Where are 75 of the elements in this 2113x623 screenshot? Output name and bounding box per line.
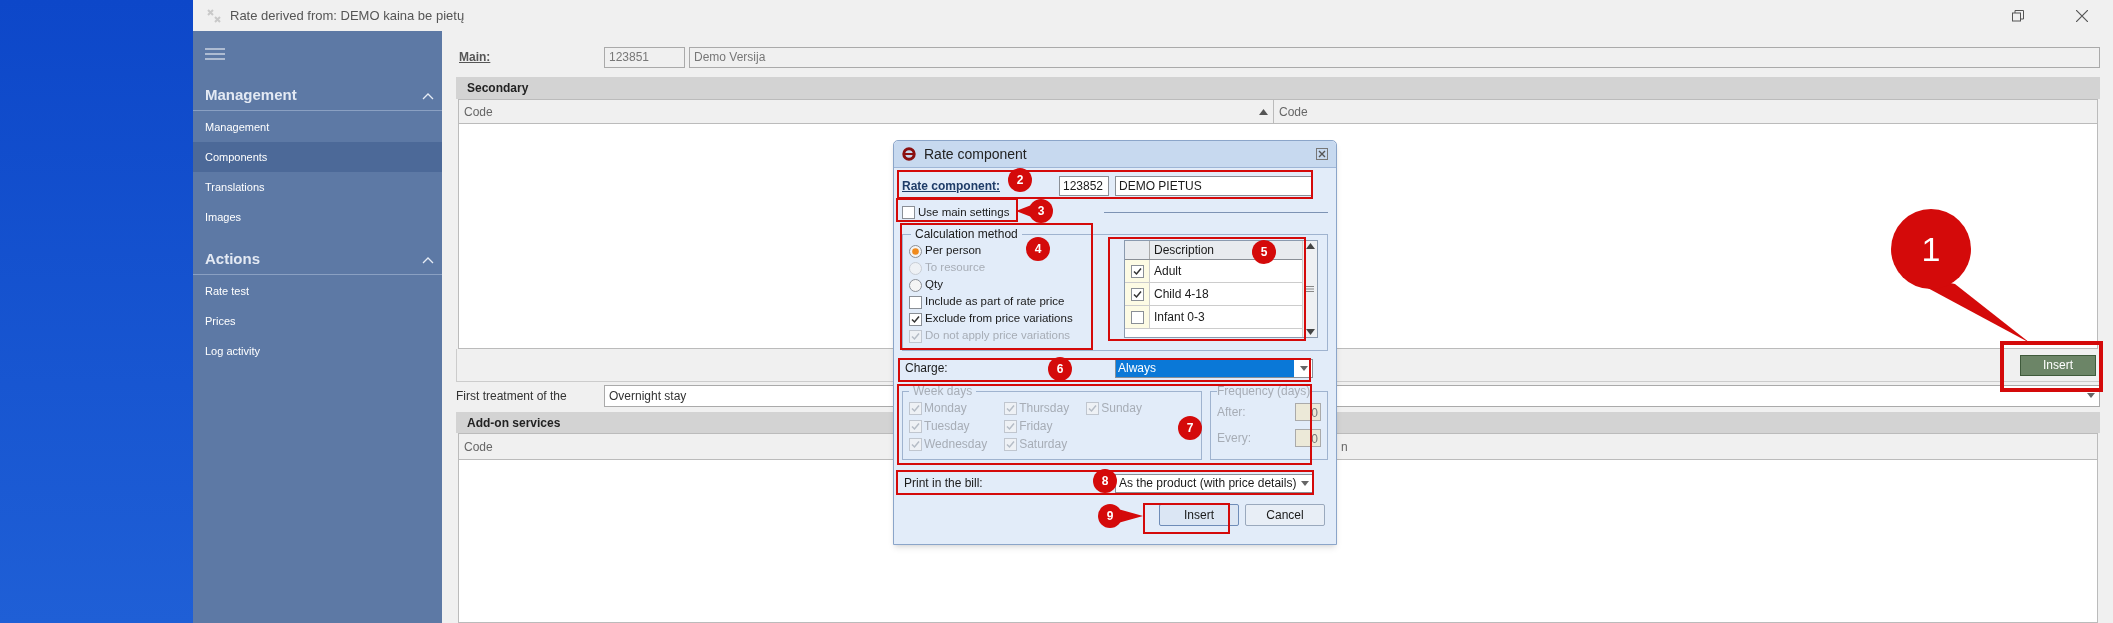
- main-link[interactable]: Main:: [456, 48, 604, 66]
- weekday-label: Tuesday: [924, 418, 970, 435]
- frequency-legend: Frequency (days): [1217, 382, 1311, 400]
- dropdown-caret-icon[interactable]: [1300, 365, 1308, 371]
- every-field[interactable]: 0: [1295, 429, 1321, 447]
- print-dropdown[interactable]: As the product (with price details): [1115, 473, 1313, 493]
- code-field[interactable]: 123852: [1059, 176, 1109, 196]
- sidebar-item[interactable]: Prices: [193, 306, 442, 336]
- weekday-label: Saturday: [1019, 436, 1068, 453]
- close-icon[interactable]: [2076, 9, 2088, 22]
- option-label: Per person: [925, 243, 982, 259]
- first-treatment-label: First treatment of the: [456, 387, 568, 405]
- sidebar-item[interactable]: Components: [193, 142, 442, 172]
- scroll-down-icon[interactable]: [1305, 329, 1315, 335]
- weekday-label: Friday: [1019, 418, 1053, 435]
- option-label: To resource: [925, 260, 986, 276]
- charge-label: Charge:: [905, 360, 948, 377]
- checkbox[interactable]: [909, 295, 922, 309]
- calculation-method-legend: Calculation method: [911, 225, 1022, 243]
- print-in-bill-label: Print in the bill:: [904, 475, 983, 492]
- table-cell-text: Child 4-18: [1153, 286, 1210, 303]
- option-label: Qty: [925, 277, 943, 293]
- column-header[interactable]: Code: [1274, 100, 2097, 123]
- cancel-button[interactable]: Cancel: [1245, 504, 1325, 526]
- checked-checkbox[interactable]: [1130, 264, 1144, 278]
- use-main-settings-label: Use main settings: [918, 205, 1010, 219]
- column-header[interactable]: Code: [459, 100, 1274, 123]
- sort-ascending-icon[interactable]: [1259, 108, 1268, 115]
- dropdown-caret-icon[interactable]: [1301, 480, 1309, 486]
- name-field[interactable]: DEMO PIETUS: [1115, 176, 1313, 196]
- table-cell-text: Infant 0-3: [1153, 309, 1206, 326]
- sidebar-item[interactable]: Management: [193, 112, 442, 142]
- checked-checkbox[interactable]: [909, 312, 922, 326]
- column-header[interactable]: Description: [1154, 241, 1215, 259]
- option-label: Include as part of rate price: [925, 294, 1065, 310]
- table-cell-text: Adult: [1153, 263, 1183, 280]
- option-label: Do not apply price variations: [925, 328, 1071, 344]
- section-heading[interactable]: Actions: [205, 248, 260, 271]
- restore-icon[interactable]: [2012, 9, 2024, 22]
- menu-icon[interactable]: [205, 48, 225, 60]
- dropdown-caret-icon[interactable]: [2087, 393, 2095, 398]
- column-header[interactable]: n: [1341, 437, 1348, 456]
- scroll-thumb-grip-icon[interactable]: [1306, 286, 1314, 292]
- section-header: Secondary: [456, 77, 2100, 99]
- close-icon[interactable]: [1316, 148, 1328, 160]
- dialog-title: Rate component: [924, 144, 1027, 164]
- selected-value: As the product (with price details): [1119, 475, 1298, 492]
- sidebar-item[interactable]: Rate test: [193, 276, 442, 306]
- main-name-field[interactable]: Demo Versija: [689, 46, 2100, 68]
- window-title: Rate derived from: DEMO kaina be pietų: [230, 6, 465, 25]
- app-logo-icon: [902, 147, 916, 161]
- chevron-up-icon[interactable]: [422, 255, 434, 264]
- column-header[interactable]: Code: [464, 437, 493, 456]
- rate-component-link[interactable]: Rate component:: [902, 177, 1000, 195]
- sidebar-item[interactable]: Translations: [193, 172, 442, 202]
- selected-value: Overnight stay: [609, 387, 687, 405]
- section-heading[interactable]: Management: [205, 84, 297, 107]
- chevron-up-icon[interactable]: [422, 91, 434, 100]
- week-days-legend: Week days: [909, 382, 977, 400]
- radio-button[interactable]: [909, 278, 922, 292]
- checked-checkbox[interactable]: [1130, 287, 1144, 301]
- option-label: Exclude from price variations: [925, 311, 1073, 327]
- after-field[interactable]: 0: [1295, 403, 1321, 421]
- app-icon: [206, 7, 222, 24]
- checkbox[interactable]: [1130, 310, 1144, 324]
- weekday-label: Wednesday: [924, 436, 988, 453]
- sidebar-item[interactable]: Images: [193, 202, 442, 232]
- selected-radio-button[interactable]: [909, 244, 922, 258]
- insert-button[interactable]: Insert: [2020, 354, 2096, 376]
- insert-button[interactable]: Insert: [1159, 504, 1239, 526]
- sidebar-item[interactable]: Log activity: [193, 336, 442, 366]
- checkbox[interactable]: [902, 205, 915, 219]
- main-code-field[interactable]: 123851: [604, 46, 685, 68]
- scroll-up-icon[interactable]: [1305, 243, 1315, 249]
- every-label: Every:: [1217, 430, 1251, 447]
